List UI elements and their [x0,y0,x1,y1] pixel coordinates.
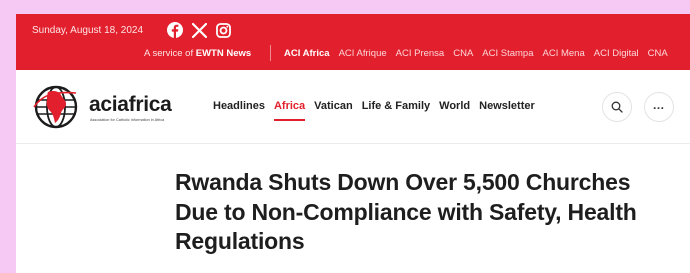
site-header: aciafrica Association for Catholic Infor… [16,70,690,144]
network-link-aci-afrique[interactable]: ACI Afrique [339,48,387,59]
x-icon[interactable] [192,22,207,38]
network-link-cna[interactable]: CNA [453,48,473,59]
more-icon: … [652,97,666,112]
instagram-icon[interactable] [216,22,231,38]
article-title: Rwanda Shuts Down Over 5,500 Churches Du… [175,169,637,254]
divider [270,45,271,61]
network-links: ACI Africa ACI Afrique ACI Prensa CNA AC… [284,48,668,59]
site-logo-tagline: Association for Catholic Information in … [90,118,165,122]
facebook-icon[interactable] [167,22,183,38]
more-button[interactable]: … [644,92,674,122]
nav-item-africa[interactable]: Africa [273,100,306,121]
network-link-cna-2[interactable]: CNA [648,48,668,59]
network-link-aci-digital[interactable]: ACI Digital [594,48,639,59]
nav-item-world[interactable]: World [439,100,470,112]
nav-item-vatican[interactable]: Vatican [314,100,353,112]
nav-item-headlines[interactable]: Headlines [213,100,265,112]
network-link-aci-mena[interactable]: ACI Mena [543,48,585,59]
nav-item-newsletter[interactable]: Newsletter [479,100,535,112]
search-icon [611,101,623,113]
network-link-aci-prensa[interactable]: ACI Prensa [396,48,445,59]
network-link-aci-stampa[interactable]: ACI Stampa [482,48,533,59]
browser-page: Sunday, August 18, 2024 A service of EWT… [16,14,690,273]
search-button[interactable] [602,92,632,122]
current-date: Sunday, August 18, 2024 [32,25,144,36]
social-links [167,22,231,38]
top-bar: Sunday, August 18, 2024 A service of EWT… [16,14,690,70]
ewtn-news-link[interactable]: EWTN News [196,48,251,59]
nav-item-life-family[interactable]: Life & Family [362,100,430,112]
service-credit: A service of EWTN News [144,48,251,59]
site-logo-text[interactable]: aciafrica [89,93,172,117]
network-link-aci-africa[interactable]: ACI Africa [284,48,330,59]
service-prefix: A service of [144,48,196,59]
main-nav: Headlines Africa Vatican Life & Family W… [213,100,535,121]
globe-logo-icon[interactable] [32,83,80,136]
